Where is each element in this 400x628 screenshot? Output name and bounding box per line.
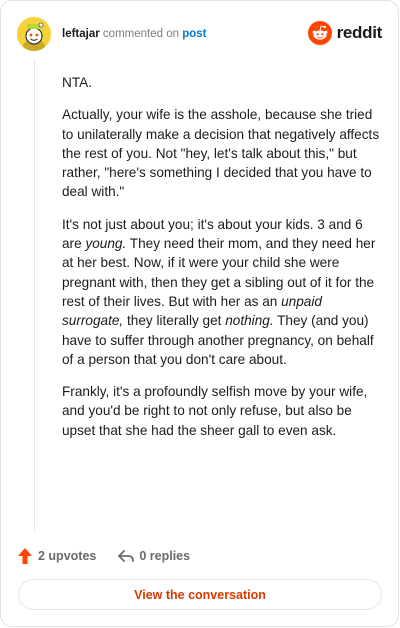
upvote-count: 2 upvotes	[38, 549, 97, 563]
comment-card: leftajar commented on post reddit NTA. Ac…	[0, 0, 399, 627]
reddit-wordmark: reddit	[336, 23, 383, 42]
thread-line	[34, 59, 35, 531]
comment-paragraph: It's not just about you; it's about your…	[62, 215, 382, 369]
reddit-logo[interactable]: reddit	[307, 21, 383, 45]
comment-header: leftajar commented on post reddit	[17, 17, 382, 51]
replies-button[interactable]: 0 replies	[117, 548, 190, 564]
post-link[interactable]: post	[182, 28, 206, 40]
comment-text: Frankly, it's a profoundly selfish move …	[62, 384, 368, 438]
comment-text-italic: nothing.	[225, 313, 274, 329]
view-conversation-button[interactable]: View the conversation	[18, 579, 382, 610]
comment-text: they literally get	[123, 313, 226, 329]
comment-meta: leftajar commented on post	[62, 26, 206, 42]
comment-text: NTA.	[62, 75, 92, 90]
username-link[interactable]: leftajar	[62, 28, 100, 40]
comment-paragraph: Actually, your wife is the asshole, beca…	[62, 105, 382, 201]
comment-text: Actually, your wife is the asshole, beca…	[62, 107, 380, 200]
upvote-button[interactable]: 2 upvotes	[17, 547, 96, 565]
reddit-logo-icon	[307, 21, 332, 45]
comment-paragraph: NTA.	[62, 73, 382, 92]
comment-paragraph: Frankly, it's a profoundly selfish move …	[62, 382, 382, 440]
comment-body: NTA. Actually, your wife is the asshole, …	[62, 73, 382, 453]
comment-footer: 2 upvotes 0 replies	[17, 546, 190, 566]
reply-count: 0 replies	[139, 549, 191, 563]
comment-action-label: commented on	[102, 28, 179, 40]
comment-text-italic: young.	[85, 236, 127, 252]
snoo-avatar-icon[interactable]	[17, 17, 51, 51]
upvote-arrow-icon	[18, 548, 32, 564]
reply-arrow-icon	[118, 550, 135, 562]
